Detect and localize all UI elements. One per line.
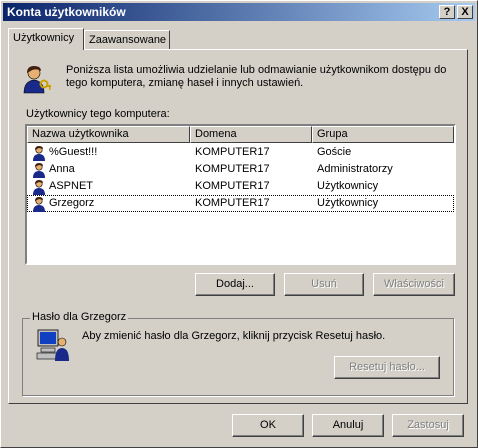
user-name: Anna <box>49 163 75 175</box>
users-list-label: Użytkownicy tego komputera: <box>26 108 170 120</box>
computer-user-icon <box>36 329 69 361</box>
table-row[interactable]: ASPNET KOMPUTER17 Użytkownicy <box>27 178 454 195</box>
user-name: Grzegorz <box>49 197 95 209</box>
window-title: Konta użytkowników <box>7 5 126 19</box>
user-icon <box>33 146 45 161</box>
user-group: Goście <box>317 146 352 158</box>
users-listview[interactable]: Nazwa użytkownika Domena Grupa %Guest!!!… <box>25 124 456 265</box>
remove-button[interactable]: Usuń <box>284 273 364 296</box>
listview-header: Nazwa użytkownika Domena Grupa <box>27 126 454 143</box>
user-group: Administratorzy <box>317 163 393 175</box>
table-row[interactable]: %Guest!!! KOMPUTER17 Goście <box>27 144 454 161</box>
user-domain: KOMPUTER17 <box>195 197 270 209</box>
title-bar[interactable]: Konta użytkowników ? X <box>3 3 475 21</box>
tab-users[interactable]: Użytkownicy <box>8 28 84 50</box>
help-button[interactable]: ? <box>439 5 455 19</box>
intro-description: Poniższa lista umożliwia udzielanie lub … <box>66 64 456 90</box>
user-icon <box>33 180 45 195</box>
column-header-domain[interactable]: Domena <box>190 126 312 143</box>
column-header-group[interactable]: Grupa <box>312 126 454 143</box>
properties-button[interactable]: Właściwości <box>373 273 455 296</box>
close-button[interactable]: X <box>457 5 473 19</box>
intro-line-1: Poniższa lista umożliwia udzielanie lub … <box>66 64 447 76</box>
users-key-icon <box>23 66 51 94</box>
user-domain: KOMPUTER17 <box>195 180 270 192</box>
apply-button[interactable]: Zastosuj <box>392 414 464 437</box>
password-instructions: Aby zmienić hasło dla Grzegorz, kliknij … <box>82 330 386 342</box>
user-name: ASPNET <box>49 180 94 192</box>
user-domain: KOMPUTER17 <box>195 146 270 158</box>
user-name: %Guest!!! <box>49 146 98 158</box>
user-domain: KOMPUTER17 <box>195 163 270 175</box>
column-header-name[interactable]: Nazwa użytkownika <box>27 126 190 143</box>
user-icon <box>33 163 45 178</box>
password-group-label: Hasło dla Grzegorz <box>30 311 129 323</box>
ok-button[interactable]: OK <box>232 414 304 437</box>
user-group: Użytkownicy <box>317 180 379 192</box>
intro-line-2: tego komputera, zmianę haseł i innych us… <box>66 77 304 89</box>
add-button[interactable]: Dodaj... <box>195 273 275 296</box>
table-row-selected[interactable]: Grzegorz KOMPUTER17 Użytkownicy <box>27 195 454 212</box>
user-icon <box>33 197 45 212</box>
user-group: Użytkownicy <box>317 197 379 209</box>
reset-password-button[interactable]: Resetuj hasło... <box>334 356 440 379</box>
cancel-button[interactable]: Anuluj <box>312 414 384 437</box>
table-row[interactable]: Anna KOMPUTER17 Administratorzy <box>27 161 454 178</box>
tab-advanced[interactable]: Zaawansowane <box>84 30 170 49</box>
